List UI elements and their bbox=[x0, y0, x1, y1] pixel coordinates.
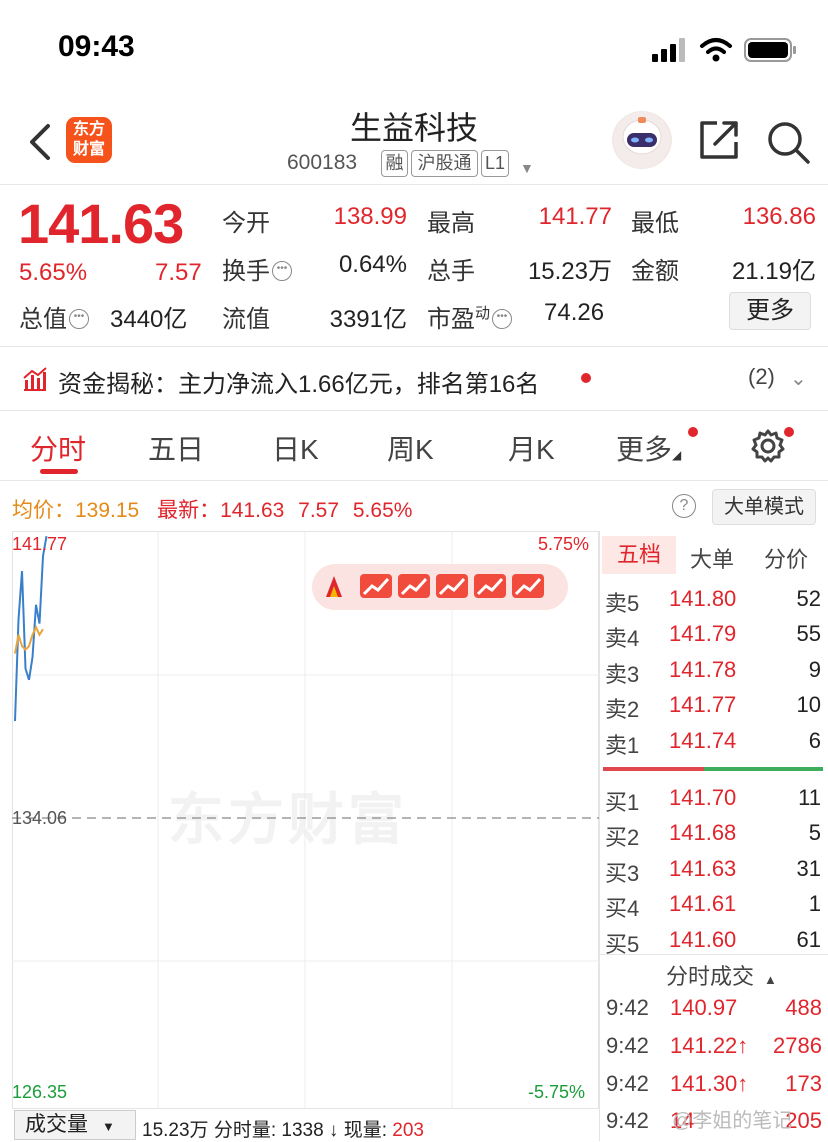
notification-dot bbox=[688, 427, 698, 437]
firecracker-icon bbox=[326, 576, 342, 597]
caret-up-icon: ▲ bbox=[764, 972, 777, 987]
stock-code: 600183 bbox=[287, 151, 358, 174]
market-cap-value: 3440亿 bbox=[110, 306, 188, 333]
chart-legend: 均价：139.15 最新：141.63 7.57 5.65% bbox=[12, 494, 412, 524]
float-cap-label: 流值 bbox=[222, 306, 270, 333]
brand-logo-line1: 东方 bbox=[72, 121, 105, 138]
current-volume: 203 bbox=[392, 1120, 424, 1141]
latest-percent: 5.65% bbox=[352, 499, 413, 522]
tab-daily-k[interactable]: 日K bbox=[272, 428, 319, 468]
buy-sell-ratio-buy bbox=[704, 767, 823, 771]
pe-value: 74.26 bbox=[544, 299, 605, 326]
chart-top-price: 141.77 bbox=[12, 534, 68, 554]
stock-name: 生益科技 bbox=[349, 110, 478, 146]
battery-icon bbox=[744, 38, 796, 62]
low-value: 136.86 bbox=[742, 203, 816, 230]
turnover-value: 0.64% bbox=[338, 251, 407, 278]
amount-value: 21.19亿 bbox=[731, 258, 816, 285]
latest-label: 最新： bbox=[157, 499, 221, 522]
active-tab-indicator bbox=[40, 469, 78, 474]
chart-bottom-percent: -5.75% bbox=[528, 1082, 586, 1102]
level-tag: L1 bbox=[481, 150, 509, 177]
divider bbox=[0, 480, 828, 481]
chevron-down-icon[interactable]: ⌄ bbox=[790, 366, 807, 391]
share-icon[interactable] bbox=[697, 118, 741, 162]
search-icon[interactable] bbox=[764, 118, 812, 166]
tab-big-orders[interactable]: 大单 bbox=[690, 542, 734, 574]
stock-connect-tag: 沪股通 bbox=[411, 150, 478, 177]
float-cap-value: 3391亿 bbox=[329, 306, 407, 333]
rise-icons bbox=[360, 574, 544, 598]
amount-label: 金额 bbox=[631, 258, 679, 285]
volume-label: 总手 bbox=[427, 258, 475, 285]
chart-bottom-price: 126.35 bbox=[12, 1082, 68, 1102]
signal-badges[interactable] bbox=[312, 564, 568, 610]
change-amount: 7.57 bbox=[155, 259, 202, 286]
avg-price-value: 139.15 bbox=[75, 499, 140, 522]
dropdown-triangle-icon: ▼ bbox=[102, 1119, 115, 1134]
more-button[interactable]: 更多 bbox=[729, 292, 811, 330]
divider bbox=[0, 346, 828, 347]
gear-icon[interactable] bbox=[750, 428, 786, 464]
turnover-label: 换手 ••• bbox=[222, 251, 292, 286]
intraday-chart[interactable] bbox=[12, 531, 599, 1109]
fund-flow-text[interactable]: 资金揭秘：主力净流入1.66亿元，排名第16名 bbox=[58, 364, 539, 399]
weibo-watermark: @李姐的笔记 bbox=[672, 1110, 793, 1132]
wifi-icon bbox=[700, 38, 732, 62]
current-price: 141.63 bbox=[18, 192, 184, 255]
avg-price-label: 均价： bbox=[12, 499, 75, 522]
signal-icon bbox=[652, 38, 685, 62]
ai-assistant-icon[interactable] bbox=[612, 111, 672, 169]
tab-five-day[interactable]: 五日 bbox=[148, 428, 204, 468]
fund-flow-icon bbox=[23, 367, 47, 391]
brand-logo-line2: 财富 bbox=[72, 141, 105, 158]
chart-mid-price: 134.06 bbox=[12, 808, 68, 828]
low-label: 最低 bbox=[631, 210, 679, 237]
help-icon[interactable]: ? bbox=[672, 494, 696, 518]
tick-trades-title[interactable]: 分时成交 ▲ bbox=[666, 959, 777, 991]
high-value: 141.77 bbox=[538, 203, 612, 230]
high-label: 最高 bbox=[427, 210, 475, 237]
indicator-select[interactable]: 成交量 ▼ bbox=[14, 1110, 136, 1140]
tab-more[interactable]: 更多◢ bbox=[616, 428, 681, 468]
divider bbox=[0, 410, 828, 411]
change-percent: 5.65% bbox=[19, 259, 88, 286]
notification-dot bbox=[784, 427, 794, 437]
fund-flow-count[interactable]: (2) bbox=[748, 364, 775, 390]
chart-top-percent: 5.75% bbox=[538, 534, 590, 554]
latest-price: 141.63 bbox=[220, 499, 285, 522]
market-cap-label: 总值 ••• bbox=[19, 299, 89, 334]
chevron-down-icon[interactable]: ▼ bbox=[520, 160, 534, 176]
notification-dot bbox=[581, 373, 591, 383]
divider bbox=[599, 954, 828, 955]
tab-five-levels[interactable]: 五档 bbox=[602, 536, 676, 574]
buy-sell-ratio-sell bbox=[603, 767, 704, 771]
brand-logo[interactable]: 东方 财富 bbox=[66, 117, 112, 163]
open-value: 138.99 bbox=[333, 203, 407, 230]
back-arrow-icon[interactable] bbox=[22, 118, 62, 166]
price-line bbox=[14, 536, 48, 722]
tab-monthly-k[interactable]: 月K bbox=[508, 428, 555, 468]
status-icons bbox=[652, 38, 796, 62]
latest-change: 7.57 bbox=[298, 499, 340, 522]
info-icon[interactable]: ••• bbox=[69, 309, 89, 329]
avg-price-line bbox=[14, 624, 44, 654]
info-icon[interactable]: ••• bbox=[272, 261, 292, 281]
tab-intraday[interactable]: 分时 bbox=[30, 428, 86, 468]
open-label: 今开 bbox=[222, 210, 270, 237]
divider bbox=[0, 184, 828, 185]
tab-weekly-k[interactable]: 周K bbox=[387, 428, 434, 468]
margin-tag: 融 bbox=[381, 150, 408, 177]
volume-value: 15.23万 bbox=[527, 258, 612, 285]
volume-info: 15.23万 分时量: 1338 ↓ 现量: 203 bbox=[142, 1120, 424, 1141]
tab-price-distribution[interactable]: 分价 bbox=[764, 542, 808, 574]
status-time: 09:43 bbox=[58, 30, 135, 63]
big-order-mode-button[interactable]: 大单模式 bbox=[712, 489, 816, 525]
